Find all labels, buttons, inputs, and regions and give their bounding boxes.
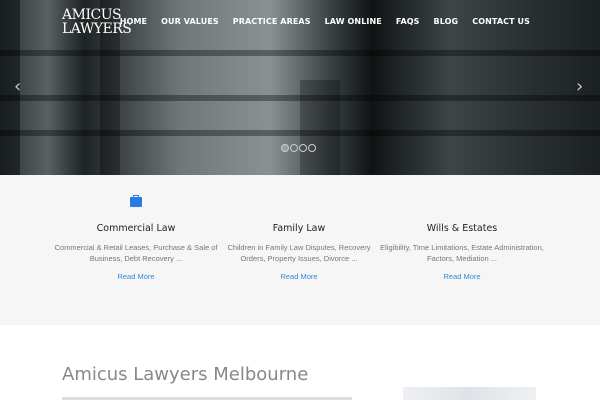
slide-dot[interactable] xyxy=(299,144,307,152)
slide-dot[interactable] xyxy=(308,144,316,152)
read-more-link[interactable]: Read More xyxy=(214,272,384,281)
nav-law-online[interactable]: LAW ONLINE xyxy=(325,17,382,26)
main-nav: HOME OUR VALUES PRACTICE AREAS LAW ONLIN… xyxy=(120,17,530,26)
chevron-left-icon[interactable]: ‹ xyxy=(14,78,21,96)
chevron-right-icon[interactable]: › xyxy=(576,78,583,96)
slide-dot[interactable] xyxy=(290,144,298,152)
pillar-band xyxy=(0,95,600,101)
read-more-link[interactable]: Read More xyxy=(377,272,547,281)
services-section: Commercial Law Commercial & Retail Lease… xyxy=(0,175,600,325)
about-title: Amicus Lawyers Melbourne xyxy=(62,364,309,385)
nav-contact-us[interactable]: CONTACT US xyxy=(472,17,530,26)
slider-dots xyxy=(281,144,316,152)
about-photo xyxy=(403,387,536,400)
pillar-band xyxy=(0,130,600,136)
nav-practice-areas[interactable]: PRACTICE AREAS xyxy=(233,17,311,26)
service-title: Family Law xyxy=(272,223,326,234)
nav-faqs[interactable]: FAQS xyxy=(396,17,420,26)
service-title: Commercial Law xyxy=(96,223,176,234)
pillar-band xyxy=(0,50,600,56)
service-title: Wills & Estates xyxy=(426,223,498,234)
read-more-link[interactable]: Read More xyxy=(51,272,221,281)
service-family-law: Family Law Children in Family Law Disput… xyxy=(214,223,384,281)
nav-blog[interactable]: BLOG xyxy=(434,17,459,26)
service-desc: Eligibility, Time Limitations, Estate Ad… xyxy=(380,243,544,263)
service-commercial-law: Commercial Law Commercial & Retail Lease… xyxy=(51,223,221,281)
service-wills-estates: Wills & Estates Eligibility, Time Limita… xyxy=(377,223,547,281)
service-desc: Children in Family Law Disputes, Recover… xyxy=(227,243,371,263)
briefcase-icon xyxy=(130,195,142,207)
nav-our-values[interactable]: OUR VALUES xyxy=(161,17,219,26)
slide-dot[interactable] xyxy=(281,144,289,152)
nav-home[interactable]: HOME xyxy=(120,17,147,26)
hero-slider: AMICUS LAWYERS HOME OUR VALUES PRACTICE A… xyxy=(0,0,600,175)
service-desc: Commercial & Retail Leases, Purchase & S… xyxy=(54,243,218,263)
